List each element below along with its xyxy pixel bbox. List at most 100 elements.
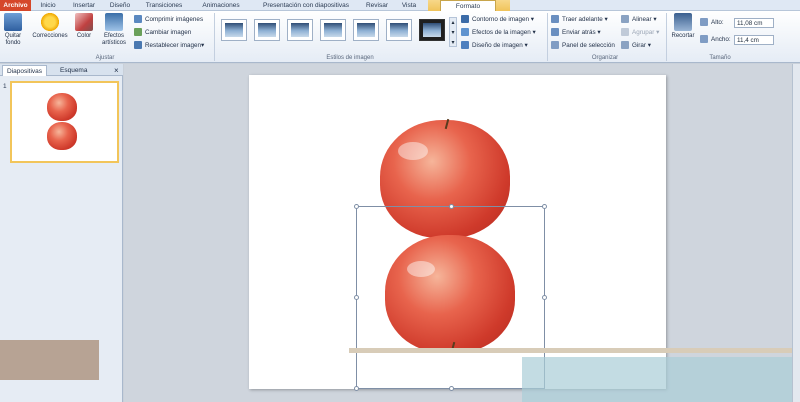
resize-handle[interactable] [449, 204, 454, 209]
bring-forward-label: Traer adelante [562, 16, 603, 23]
style-preview [423, 23, 441, 37]
picture-border-button[interactable]: Contorno de imagen ▾ [461, 15, 534, 25]
group-label-arrange: Organizar [591, 55, 619, 61]
vertical-scrollbar[interactable] [792, 64, 800, 402]
corrections-button[interactable]: Correcciones [30, 13, 70, 40]
reset-image-icon [134, 41, 142, 50]
width-field[interactable]: 11,4 cm [734, 35, 774, 45]
compress-images-button[interactable]: Comprimir imágenes [134, 15, 203, 25]
picture-border-label: Contorno de imagen [472, 16, 530, 23]
height-icon [700, 18, 708, 27]
picture-style-2[interactable] [254, 19, 280, 41]
tab-animations[interactable]: Animaciones [193, 0, 249, 11]
send-backward-label: Enviar atrás [562, 29, 596, 36]
sun-icon [41, 13, 59, 31]
group-label-styles: Estilos de imagen [326, 55, 374, 61]
style-preview [357, 23, 375, 37]
style-preview [390, 23, 408, 37]
tab-slideshow[interactable]: Presentación con diapositivas [252, 0, 360, 11]
bring-forward-icon [551, 15, 559, 24]
resize-handle[interactable] [354, 386, 359, 391]
editing-canvas [124, 64, 800, 402]
crop-button[interactable]: Recortar [669, 13, 697, 40]
pane-tabs: Diapositivas Esquema × [0, 64, 123, 76]
picture-style-6[interactable] [386, 19, 412, 41]
change-image-button[interactable]: Cambiar imagen [134, 28, 191, 38]
close-pane-icon[interactable]: × [110, 65, 123, 76]
tab-slides[interactable]: Diapositivas [2, 65, 48, 76]
tab-view[interactable]: Vista [395, 0, 423, 11]
tab-transitions[interactable]: Transiciones [138, 0, 190, 11]
group-button[interactable]: Agrupar ▾ [621, 28, 659, 38]
picture-effects-button[interactable]: Efectos de la imagen ▾ [461, 28, 536, 38]
ribbon-tab-bar: Archivo Inicio Insertar Diseño Transicio… [0, 0, 800, 11]
rotate-button[interactable]: Girar ▾ [621, 41, 651, 51]
resize-handle[interactable] [354, 295, 359, 300]
send-backward-button[interactable]: Enviar atrás ▾ [551, 28, 601, 38]
remove-background-label: Quitar fondo [4, 33, 22, 46]
apple-thumbnail-bottom [47, 122, 77, 150]
picture-layout-icon [461, 41, 469, 50]
resize-handle[interactable] [354, 204, 359, 209]
ribbon: Quitar fondo Correcciones Color Efectos … [0, 11, 800, 63]
overlay-block [0, 340, 99, 380]
height-label: Alto: [700, 18, 724, 28]
selection-pane-icon [551, 41, 559, 50]
picture-layout-button[interactable]: Diseño de imagen ▾ [461, 41, 528, 51]
tab-design[interactable]: Diseño [105, 0, 135, 11]
picture-effects-icon [461, 28, 469, 37]
picture-style-4[interactable] [320, 19, 346, 41]
separator [666, 13, 667, 61]
slide[interactable] [249, 75, 666, 391]
tab-format[interactable]: Formato [440, 0, 496, 11]
tab-outline[interactable]: Esquema [56, 65, 91, 76]
picture-style-1[interactable] [221, 19, 247, 41]
picture-style-3[interactable] [287, 19, 313, 41]
remove-background-button[interactable]: Quitar fondo [2, 13, 24, 46]
highlight-strip [349, 348, 792, 353]
height-field[interactable]: 11,08 cm [734, 18, 774, 28]
reset-image-label: Restablecer imagen [145, 42, 202, 49]
rotate-label: Girar [632, 42, 646, 49]
corrections-label: Correcciones [32, 33, 68, 39]
group-label: Agrupar [632, 29, 655, 36]
resize-handle[interactable] [542, 204, 547, 209]
tab-review[interactable]: Revisar [362, 0, 392, 11]
gallery-scroll[interactable]: ▴ ▾ ▾ [449, 17, 457, 47]
change-image-label: Cambiar imagen [145, 29, 192, 36]
tab-home[interactable]: Inicio [34, 0, 62, 11]
align-icon [621, 15, 629, 24]
color-icon [75, 13, 93, 31]
reset-image-button[interactable]: Restablecer imagen▾ [134, 41, 204, 51]
style-preview [258, 23, 276, 37]
picture-border-icon [461, 15, 469, 24]
apple-highlight [398, 142, 428, 160]
separator [547, 13, 548, 61]
artistic-effects-label: Efectos artísticos [101, 33, 126, 46]
resize-handle[interactable] [542, 295, 547, 300]
tab-file[interactable]: Archivo [0, 0, 31, 11]
change-image-icon [134, 28, 142, 37]
style-preview [225, 23, 243, 37]
separator [214, 13, 215, 61]
remove-background-icon [4, 13, 22, 31]
resize-handle[interactable] [449, 386, 454, 391]
bring-forward-button[interactable]: Traer adelante ▾ [551, 15, 608, 25]
selection-box[interactable] [354, 204, 547, 391]
picture-effects-label: Efectos de la imagen [472, 29, 531, 36]
width-label: Ancho: [700, 35, 731, 45]
crop-label: Recortar [671, 33, 695, 39]
color-button[interactable]: Color [73, 13, 95, 40]
slides-pane: Diapositivas Esquema × 1 [0, 64, 123, 402]
artistic-effects-button[interactable]: Efectos artísticos [98, 13, 130, 46]
align-button[interactable]: Alinear ▾ [621, 15, 657, 25]
picture-style-7[interactable] [419, 19, 445, 41]
color-label: Color [76, 33, 92, 39]
selection-pane-button[interactable]: Panel de selección [551, 41, 615, 51]
compress-icon [134, 15, 142, 24]
group-icon [621, 28, 629, 37]
picture-style-5[interactable] [353, 19, 379, 41]
slide-thumbnail[interactable] [10, 81, 119, 163]
group-label-adjust: Ajustar [95, 55, 115, 61]
tab-insert[interactable]: Insertar [66, 0, 102, 11]
